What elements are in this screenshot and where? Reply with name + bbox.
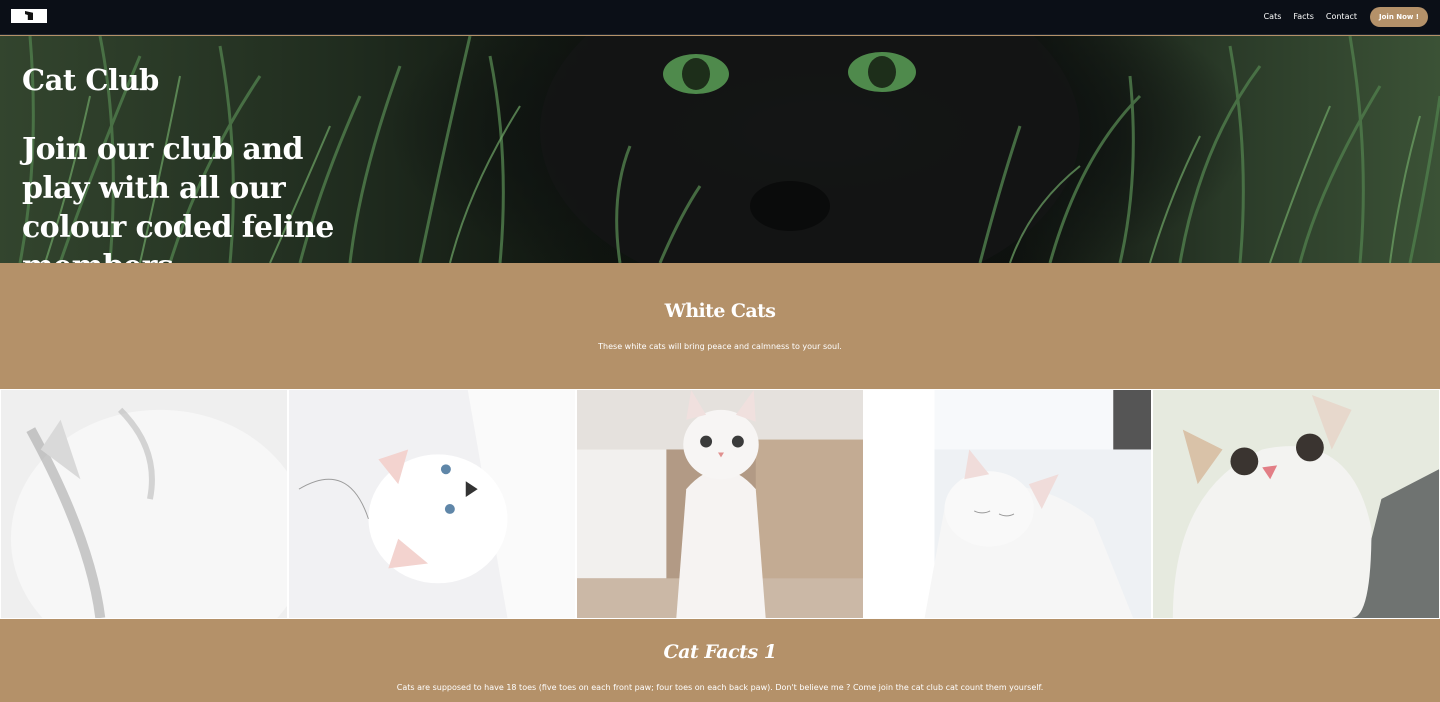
white-cat-photo-3[interactable] bbox=[576, 389, 864, 619]
white-cats-title: White Cats bbox=[664, 300, 776, 322]
cat-facts-title: Cat Facts 1 bbox=[663, 641, 777, 663]
white-cat-photo-2[interactable] bbox=[288, 389, 576, 619]
nav-links: Cats Facts Contact Join Now ! bbox=[1252, 7, 1428, 27]
cat-logo-icon bbox=[25, 11, 33, 20]
nav-link-facts[interactable]: Facts bbox=[1293, 7, 1313, 27]
nav-link-contact[interactable]: Contact bbox=[1326, 7, 1357, 27]
join-now-button[interactable]: Join Now ! bbox=[1370, 7, 1428, 27]
white-cats-gallery bbox=[0, 389, 1440, 619]
cat-facts-text: Cats are supposed to have 18 toes (five … bbox=[396, 683, 1044, 692]
hero-title: Cat Club bbox=[22, 63, 159, 97]
white-cat-photo-4[interactable] bbox=[864, 389, 1152, 619]
white-cat-photo-5[interactable] bbox=[1152, 389, 1440, 619]
hero-tagline: Join our club and play with all our colo… bbox=[22, 132, 334, 263]
cat-club-logo[interactable] bbox=[11, 9, 47, 23]
nav-link-cats[interactable]: Cats bbox=[1264, 7, 1282, 27]
hero-banner: Cat Club Join our club and play with all… bbox=[0, 36, 1440, 263]
white-cats-description: These white cats will bring peace and ca… bbox=[598, 342, 842, 351]
white-cat-photo-1[interactable] bbox=[0, 389, 288, 619]
top-navbar: Cats Facts Contact Join Now ! bbox=[0, 0, 1440, 35]
